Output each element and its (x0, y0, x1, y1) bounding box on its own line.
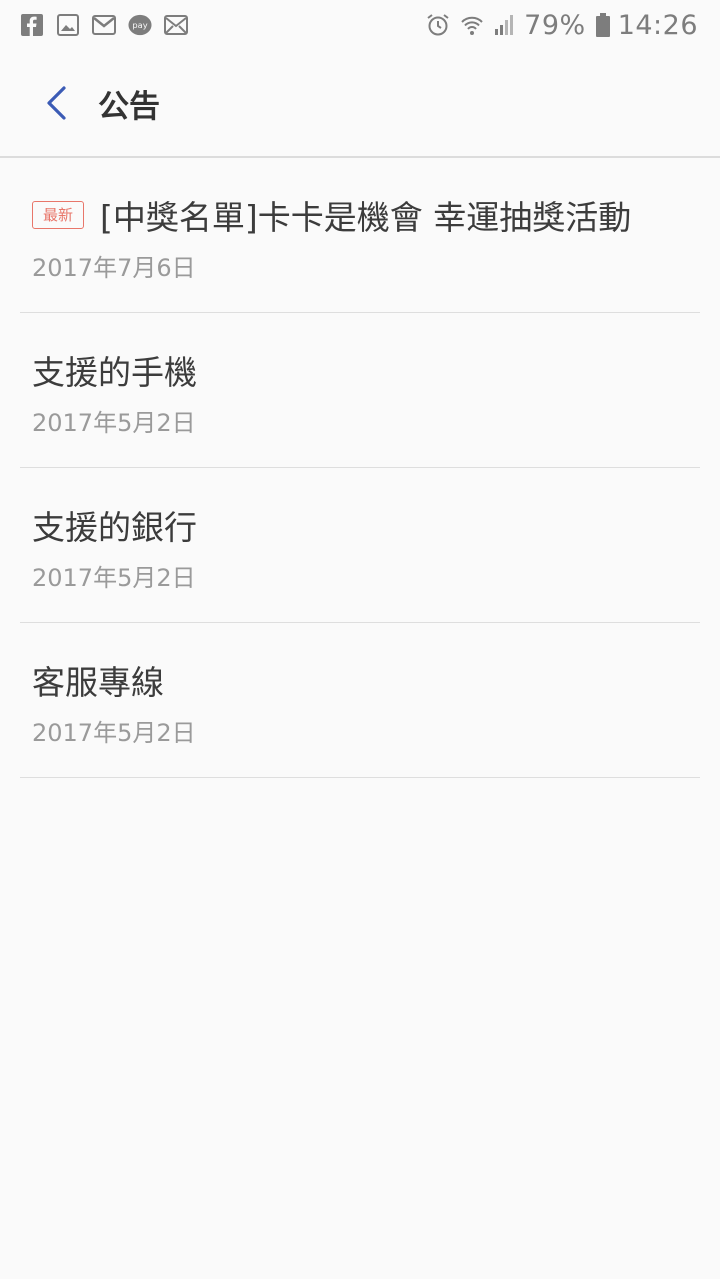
new-badge: 最新 (32, 201, 85, 229)
announcement-title-row: 最新 [中獎名單]卡卡是機會 幸運抽獎活動 (32, 190, 700, 240)
announcement-title: 支援的手機 (32, 353, 197, 392)
gmail-icon (92, 13, 116, 37)
announcement-date: 2017年5月2日 (32, 719, 196, 747)
announcement-title-row: 支援的手機 (32, 345, 700, 395)
pay-icon: pay (128, 13, 152, 37)
clock: 14:26 (617, 9, 698, 41)
battery-icon (595, 13, 610, 37)
announcement-item[interactable]: 最新 [中獎名單]卡卡是機會 幸運抽獎活動 2017年7月6日 (20, 158, 700, 313)
chevron-left-icon (47, 86, 66, 120)
system-status: 79% 14:26 (416, 10, 698, 41)
announcement-title-row: 客服專線 (32, 655, 700, 705)
announcement-item[interactable]: 客服專線 2017年5月2日 (20, 623, 700, 778)
announcement-item[interactable]: 支援的手機 2017年5月2日 (20, 313, 700, 468)
announcement-date: 2017年5月2日 (32, 564, 196, 592)
announcement-date: 2017年7月6日 (32, 254, 196, 282)
wifi-icon (460, 13, 484, 37)
gallery-icon (56, 13, 80, 37)
email-icon (164, 13, 188, 37)
announcement-title: [中獎名單]卡卡是機會 幸運抽獎活動 (100, 198, 632, 237)
notification-icons: pay (20, 13, 200, 37)
signal-icon (494, 13, 516, 37)
back-button[interactable] (26, 73, 86, 133)
announcement-date: 2017年5月2日 (32, 409, 196, 437)
battery-percent: 79% (524, 9, 586, 41)
facebook-icon (20, 13, 44, 37)
status-bar: pay 79% 14:26 (0, 0, 720, 50)
alarm-icon (426, 13, 450, 37)
announcement-title-row: 支援的銀行 (32, 500, 700, 550)
app-bar: 公告 (0, 50, 720, 158)
announcement-title: 支援的銀行 (32, 508, 197, 547)
announcement-list: 最新 [中獎名單]卡卡是機會 幸運抽獎活動 2017年7月6日 支援的手機 20… (0, 158, 720, 778)
svg-text:pay: pay (132, 20, 147, 30)
announcement-title: 客服專線 (32, 663, 164, 702)
announcement-item[interactable]: 支援的銀行 2017年5月2日 (20, 468, 700, 623)
page-title: 公告 (98, 88, 160, 125)
